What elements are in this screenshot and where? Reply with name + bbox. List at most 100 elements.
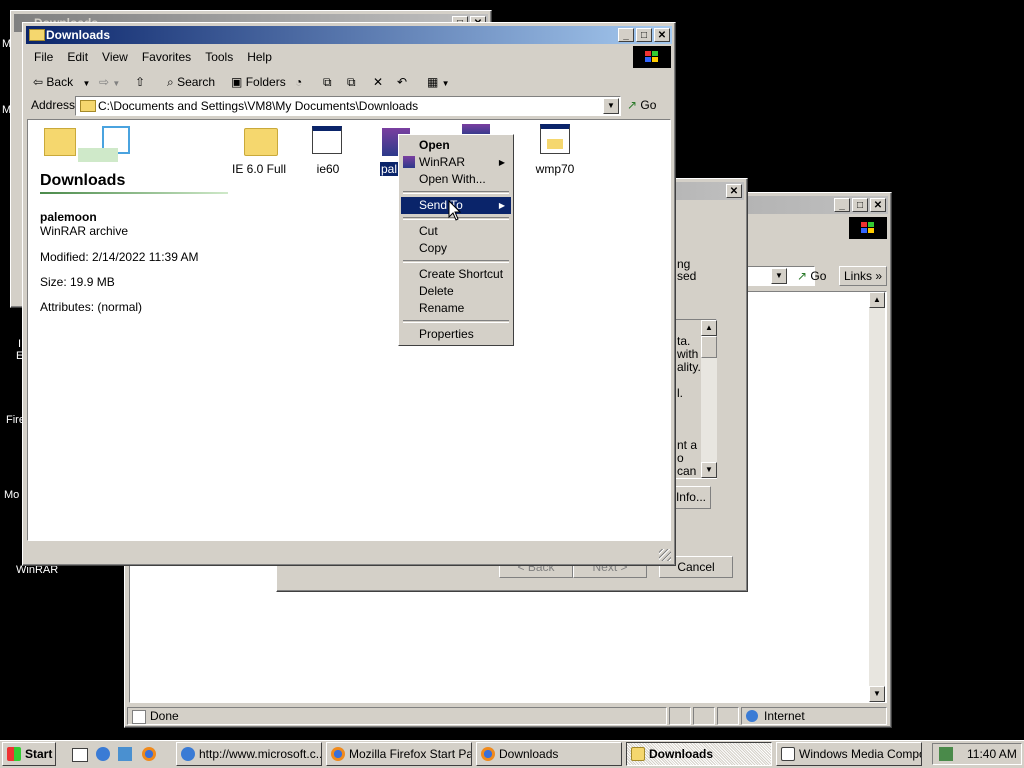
- globe-icon: [746, 710, 758, 722]
- dialog-scrollbar[interactable]: ▲ ▼: [701, 320, 717, 478]
- context-create-shortcut[interactable]: Create Shortcut: [401, 266, 511, 283]
- folders-button[interactable]: ▣ Folders: [231, 71, 286, 93]
- windows-logo-icon: [633, 46, 671, 68]
- task-ie[interactable]: http://www.microsoft.c...: [176, 742, 322, 766]
- address-dropdown-button[interactable]: ▼: [771, 268, 787, 284]
- context-properties[interactable]: Properties: [401, 326, 511, 343]
- up-folder-button[interactable]: ⇧: [135, 71, 145, 93]
- scroll-thumb[interactable]: [701, 336, 717, 358]
- clock[interactable]: 11:40 AM: [967, 747, 1017, 761]
- folder-content-area[interactable]: Downloads palemoon WinRAR archive Modifi…: [27, 119, 671, 541]
- quick-launch-ie-icon[interactable]: [96, 747, 110, 761]
- firefox-icon: [481, 747, 495, 761]
- winrar-icon: [403, 156, 415, 168]
- menu-edit[interactable]: Edit: [60, 47, 95, 67]
- folder-banner-icon: [32, 122, 146, 166]
- zone-pane: Internet: [741, 707, 887, 725]
- setup-icon: [781, 747, 795, 761]
- task-windows-media[interactable]: Windows Media Compo...: [776, 742, 922, 766]
- quick-launch-show-desktop-icon[interactable]: [72, 748, 88, 762]
- file-item-ie60[interactable]: ie60: [298, 126, 358, 176]
- go-arrow-icon: ↗: [627, 98, 638, 112]
- dialog-text-9: can: [677, 464, 697, 478]
- dialog-text-8: o: [677, 451, 684, 465]
- back-dropdown-icon[interactable]: ▼: [82, 79, 90, 88]
- context-delete[interactable]: Delete: [401, 283, 511, 300]
- desktop-label-3[interactable]: I: [18, 338, 21, 350]
- desktop-label-mozilla[interactable]: Mo: [4, 489, 19, 501]
- folder-icon: [29, 29, 45, 41]
- browser-scrollbar[interactable]: ▲ ▼: [869, 292, 885, 702]
- selected-file-type: WinRAR archive: [40, 224, 129, 238]
- dialog-text-2: sed: [677, 269, 697, 283]
- context-cut[interactable]: Cut: [401, 223, 511, 240]
- search-icon: ⌕: [167, 75, 174, 89]
- go-arrow-icon: ↗: [797, 269, 808, 283]
- quick-launch-outlook-icon[interactable]: [118, 747, 132, 761]
- minimize-button[interactable]: _: [834, 198, 850, 212]
- address-input[interactable]: C:\Documents and Settings\VM8\My Documen…: [75, 96, 621, 116]
- file-item-ie60-full[interactable]: IE 6.0 Full: [224, 126, 294, 176]
- context-copy[interactable]: Copy: [401, 240, 511, 257]
- start-button[interactable]: Start: [2, 742, 56, 766]
- address-dropdown-button[interactable]: ▼: [603, 98, 619, 114]
- windows-logo-icon: [849, 217, 887, 239]
- task-downloads-firefox[interactable]: Downloads: [476, 742, 622, 766]
- back-button[interactable]: ⇦ Back ▼: [33, 71, 90, 93]
- close-button[interactable]: ✕: [654, 28, 670, 42]
- scroll-down-button[interactable]: ▼: [869, 686, 885, 702]
- folder-icon: [631, 747, 645, 761]
- folders-label: Folders: [245, 75, 286, 89]
- context-rename[interactable]: Rename: [401, 300, 511, 317]
- links-button[interactable]: Links »: [839, 266, 887, 286]
- downloads-window[interactable]: Downloads _ □ ✕ File Edit View Favorites Too…: [22, 22, 676, 566]
- quick-launch-firefox-icon[interactable]: [142, 747, 156, 761]
- delete-button[interactable]: ✕: [373, 71, 383, 93]
- file-item-wmp70[interactable]: wmp70: [528, 124, 582, 176]
- go-button[interactable]: ↗ Go: [627, 98, 656, 112]
- move-to-button[interactable]: ⧉: [323, 71, 332, 93]
- page-icon: [132, 710, 146, 724]
- scroll-up-button[interactable]: ▲: [701, 320, 717, 336]
- browser-go-button[interactable]: ↗ Go: [797, 266, 826, 286]
- menu-favorites[interactable]: Favorites: [135, 47, 198, 67]
- menu-file[interactable]: File: [27, 47, 60, 67]
- start-label: Start: [25, 747, 53, 761]
- undo-button[interactable]: ↶: [397, 71, 407, 93]
- history-button[interactable]: ◔: [295, 71, 302, 93]
- address-value: C:\Documents and Settings\VM8\My Documen…: [98, 99, 419, 113]
- resize-grip[interactable]: [659, 549, 671, 561]
- links-label: Links: [844, 269, 873, 283]
- menu-help[interactable]: Help: [240, 47, 279, 67]
- close-button[interactable]: ✕: [870, 198, 886, 212]
- task-downloads-explorer[interactable]: Downloads: [626, 742, 772, 766]
- network-icon[interactable]: [939, 747, 953, 761]
- menu-tools[interactable]: Tools: [198, 47, 240, 67]
- search-button[interactable]: ⌕ Search: [167, 71, 215, 93]
- window-title: Downloads: [46, 28, 111, 42]
- scroll-up-button[interactable]: ▲: [869, 292, 885, 308]
- address-label: Address: [31, 98, 76, 112]
- maximize-button[interactable]: □: [852, 198, 868, 212]
- maximize-button[interactable]: □: [636, 28, 652, 42]
- copy-to-button[interactable]: ⧉: [347, 71, 356, 93]
- context-open[interactable]: Open: [401, 137, 511, 154]
- close-button[interactable]: ✕: [726, 184, 742, 198]
- info-button[interactable]: Info...: [673, 486, 711, 509]
- window-titlebar[interactable]: Downloads _ □ ✕: [26, 26, 672, 44]
- views-button[interactable]: ▦ ▼: [427, 71, 450, 93]
- context-open-with[interactable]: Open With...: [401, 171, 511, 188]
- folder-icon: [80, 100, 96, 112]
- setup-icon: [540, 124, 570, 154]
- folder-title-underline: [40, 192, 228, 194]
- address-bar: Address C:\Documents and Settings\VM8\My…: [27, 95, 667, 117]
- task-firefox[interactable]: Mozilla Firefox Start Pag...: [326, 742, 472, 766]
- forward-button[interactable]: ⇨ ▼: [99, 71, 120, 93]
- minimize-button[interactable]: _: [618, 28, 634, 42]
- context-winrar[interactable]: WinRAR ▶: [401, 154, 511, 171]
- scroll-down-button[interactable]: ▼: [701, 462, 717, 478]
- file-label: ie60: [316, 162, 340, 176]
- menu-view[interactable]: View: [95, 47, 135, 67]
- status-bar: Done Internet: [127, 707, 887, 725]
- dialog-text-6: l.: [677, 386, 683, 400]
